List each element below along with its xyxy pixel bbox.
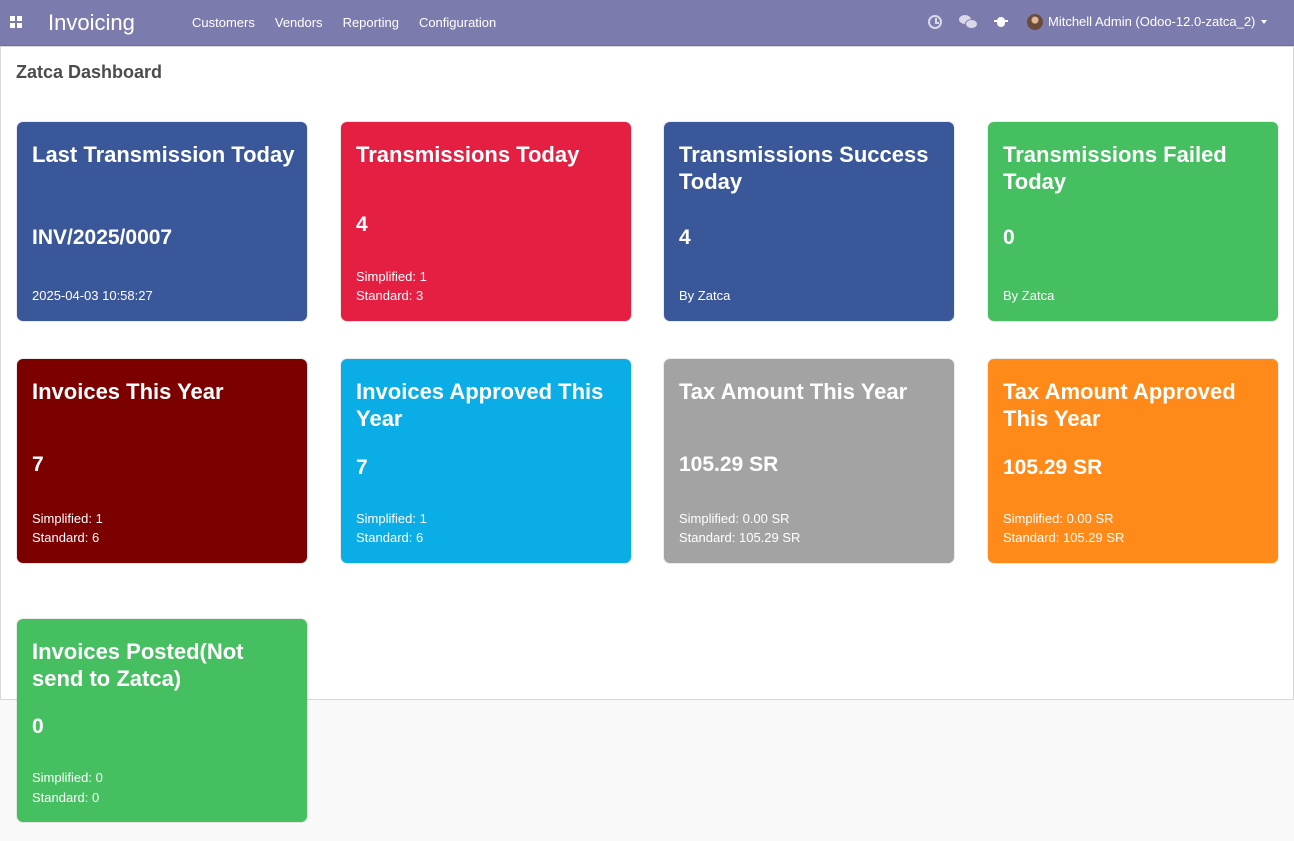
card-subtext: By Zatca (1003, 288, 1055, 303)
card-title: Tax Amount This Year (679, 379, 908, 404)
card-subtext: Simplified: 0 (32, 770, 103, 785)
user-menu[interactable]: Mitchell Admin (Odoo-12.0-zatca_2) (1027, 13, 1268, 30)
card-subtext: Standard: 0 (32, 790, 100, 805)
card-title: Invoices This Year (32, 379, 224, 404)
card-subtext: Standard: 105.29 SR (1003, 530, 1125, 545)
card-transmissions-success-today[interactable]: Transmissions Success Today 4 By Zatca (664, 122, 954, 321)
card-subtext: Standard: 105.29 SR (679, 530, 801, 545)
card-subtext: 2025-04-03 10:58:27 (32, 288, 153, 303)
card-title: Transmissions Today (356, 142, 580, 167)
bug-icon[interactable] (993, 13, 1010, 30)
card-title: Transmissions Failed Today (1003, 142, 1227, 194)
main-menu: Customers Vendors Reporting Configuratio… (182, 15, 506, 30)
card-tax-amount-approved-this-year[interactable]: Tax Amount Approved This Year 105.29 SR … (988, 359, 1278, 563)
card-value: 4 (356, 213, 368, 236)
card-value: 4 (679, 226, 691, 249)
card-value: 7 (356, 456, 368, 479)
card-subtext: By Zatca (679, 288, 731, 303)
card-subtext: Standard: 6 (32, 530, 100, 545)
card-value: 105.29 SR (1003, 456, 1103, 479)
card-title: Last Transmission Today (32, 142, 295, 167)
menu-item-configuration[interactable]: Configuration (409, 15, 506, 30)
card-subtext: Simplified: 0.00 SR (1003, 511, 1114, 526)
card-value: 0 (1003, 226, 1015, 249)
user-name: Mitchell Admin (Odoo-12.0-zatca_2) (1048, 14, 1256, 29)
card-title: Invoices Posted(Not send to Zatca) (32, 639, 244, 691)
card-tax-amount-this-year[interactable]: Tax Amount This Year 105.29 SR Simplifie… (664, 359, 954, 563)
card-title: Tax Amount Approved This Year (1003, 379, 1236, 431)
card-value: 7 (32, 453, 44, 476)
card-last-transmission-today[interactable]: Last Transmission Today INV/2025/0007 20… (17, 122, 307, 321)
card-invoices-posted-not-sent[interactable]: Invoices Posted(Not send to Zatca) 0 Sim… (17, 619, 307, 822)
card-invoices-this-year[interactable]: Invoices This Year 7 Simplified: 1 Stand… (17, 359, 307, 563)
top-navbar: Invoicing Customers Vendors Reporting Co… (0, 0, 1294, 46)
menu-item-customers[interactable]: Customers (182, 15, 265, 30)
card-subtext: Simplified: 1 (32, 511, 103, 526)
card-invoices-approved-this-year[interactable]: Invoices Approved This Year 7 Simplified… (341, 359, 631, 563)
card-subtext: Simplified: 1 (356, 269, 427, 284)
card-transmissions-today[interactable]: Transmissions Today 4 Simplified: 1 Stan… (341, 122, 631, 321)
menu-item-vendors[interactable]: Vendors (265, 15, 333, 30)
apps-menu-icon[interactable] (10, 16, 22, 28)
chat-icon[interactable] (959, 13, 978, 30)
card-value: 105.29 SR (679, 453, 779, 476)
card-subtext: Simplified: 0.00 SR (679, 511, 790, 526)
app-name[interactable]: Invoicing (48, 10, 135, 36)
page-title: Zatca Dashboard (16, 62, 163, 82)
card-subtext: Standard: 6 (356, 530, 424, 545)
systray: Mitchell Admin (Odoo-12.0-zatca_2) (928, 13, 1268, 30)
card-transmissions-failed-today[interactable]: Transmissions Failed Today 0 By Zatca (988, 122, 1278, 321)
card-title: Transmissions Success Today (679, 142, 929, 194)
avatar (1027, 13, 1043, 30)
card-value: 0 (32, 715, 44, 738)
card-title: Invoices Approved This Year (356, 379, 604, 431)
card-value: INV/2025/0007 (32, 226, 173, 249)
card-subtext: Simplified: 1 (356, 511, 427, 526)
card-subtext: Standard: 3 (356, 288, 424, 303)
menu-item-reporting[interactable]: Reporting (333, 15, 409, 30)
chevron-down-icon (1261, 19, 1268, 24)
clock-icon[interactable] (928, 15, 942, 29)
